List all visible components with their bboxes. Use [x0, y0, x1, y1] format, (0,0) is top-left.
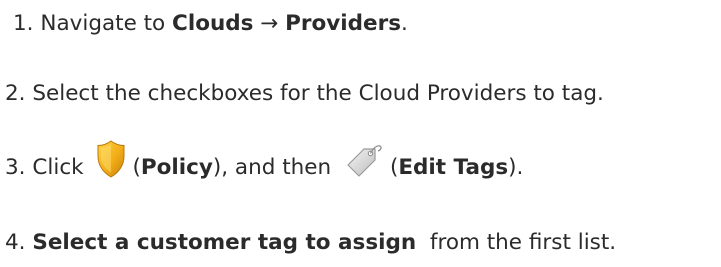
tag-icon: [344, 143, 384, 179]
step-text: Navigate to: [40, 11, 173, 36]
policy-label: Policy: [140, 155, 213, 180]
step-text: Select the checkboxes for the Cloud Prov…: [32, 81, 604, 106]
step-number: 2.: [5, 81, 26, 106]
step-text: Click: [32, 155, 91, 180]
step-number: 1.: [13, 11, 34, 36]
menu-clouds: Clouds: [172, 11, 254, 36]
procedure-steps: 1. Navigate to Clouds → Providers. 2. Se…: [0, 0, 721, 267]
menu-providers: Providers: [285, 11, 402, 36]
edit-tags-label: Edit Tags: [398, 155, 509, 180]
step-3: 3. Click (Policy), and then (Edit Tags).: [0, 140, 721, 188]
step-1: 1. Navigate to Clouds → Providers.: [0, 10, 721, 38]
step-text: ), and then: [212, 155, 338, 180]
step-2: 2. Select the checkboxes for the Cloud P…: [0, 80, 721, 108]
arrow-separator: →: [253, 11, 286, 36]
step-number: 4.: [5, 230, 26, 255]
paren: (: [132, 155, 141, 180]
step-period: .: [401, 11, 408, 36]
step-4: 4. Select a customer tag to assign from …: [0, 229, 721, 257]
step-text: from the first list.: [416, 230, 617, 255]
step-number: 3.: [5, 155, 26, 180]
step-bold-text: Select a customer tag to assign: [32, 230, 417, 255]
paren-close: ).: [508, 155, 524, 180]
shield-icon: [96, 139, 126, 179]
